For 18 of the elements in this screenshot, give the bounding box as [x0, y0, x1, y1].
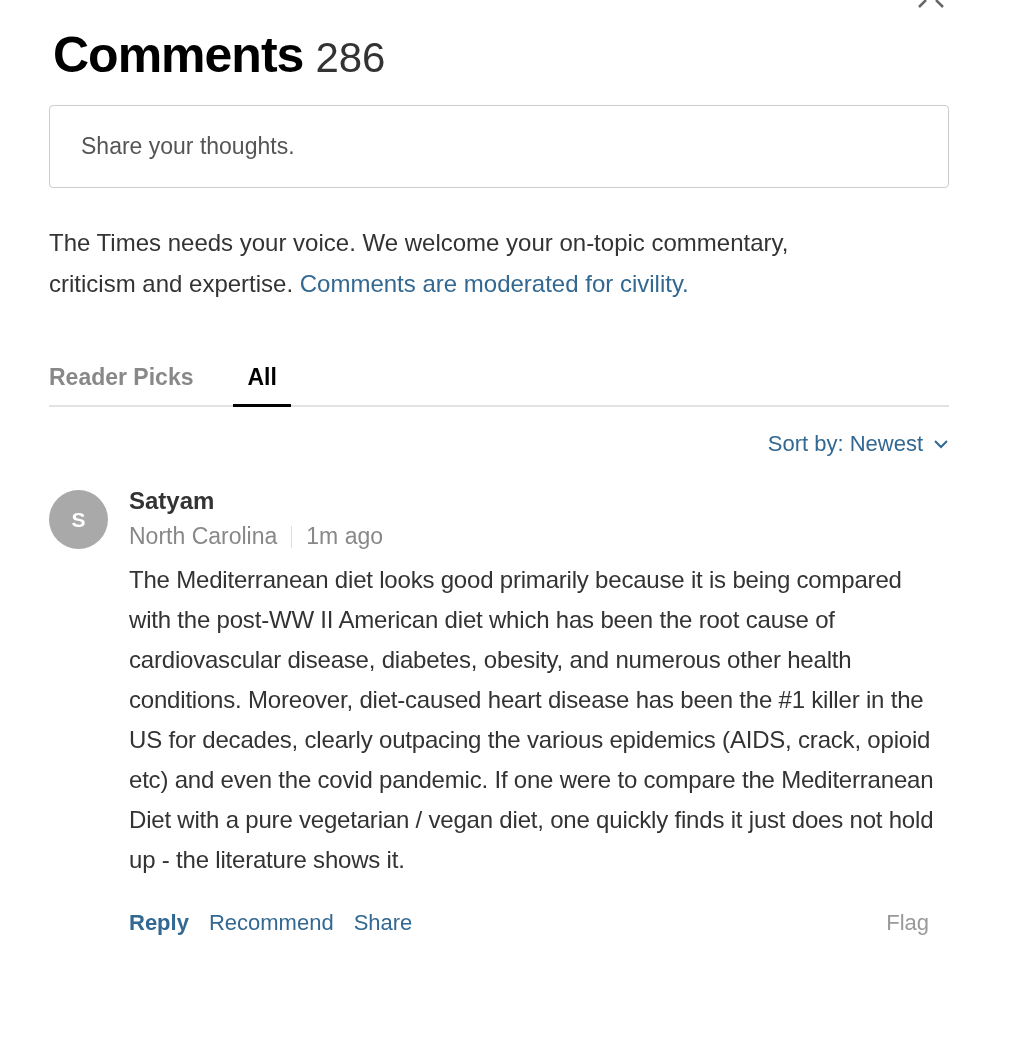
comment-action-link[interactable]: Reply — [129, 910, 189, 936]
author-name: Satyam — [129, 487, 216, 515]
close-icon[interactable] — [916, 0, 946, 8]
avatar: S — [49, 490, 108, 549]
comment-text: The Mediterranean diet looks good primarily because it is being compared with the post-WW II American diet which has been the root cause of cardiovascular disease, diabetes, obesity, and numerous other health conditions. Moreover, diet-caused heart disease has been the #1 killer in the US for decades, clearly outpacing the various epidemics (AIDS, crack, opioid etc) and even the covid pandemic. If one were to compare the Mediterranean Diet with a pure vegetarian / vegan diet, one quickly finds it just does not hold up - the literature shows it. — [129, 565, 935, 875]
comment-count: 286 — [315, 35, 386, 82]
comment-time: 1m ago — [306, 523, 383, 550]
comment-action-link[interactable]: Share — [353, 910, 413, 936]
chevron-down-icon — [933, 439, 949, 449]
sort-dropdown[interactable]: Sort by: Newest — [767, 431, 949, 457]
intro-text: The Times needs your voice. We welcome your on-topic commentary, criticism and expertise. Comments are moderated for civility. — [49, 228, 790, 299]
comment-input-field[interactable]: Share your thoughts. — [49, 105, 949, 188]
tab[interactable]: Reader Picks — [49, 356, 194, 407]
comment-action-link[interactable]: Recommend — [208, 910, 334, 936]
author-location: North Carolina — [129, 523, 278, 550]
moderation-link[interactable]: Comments are moderated for civility. — [299, 270, 689, 297]
tab[interactable]: All — [233, 356, 291, 407]
comments-title: Comments — [53, 28, 304, 83]
